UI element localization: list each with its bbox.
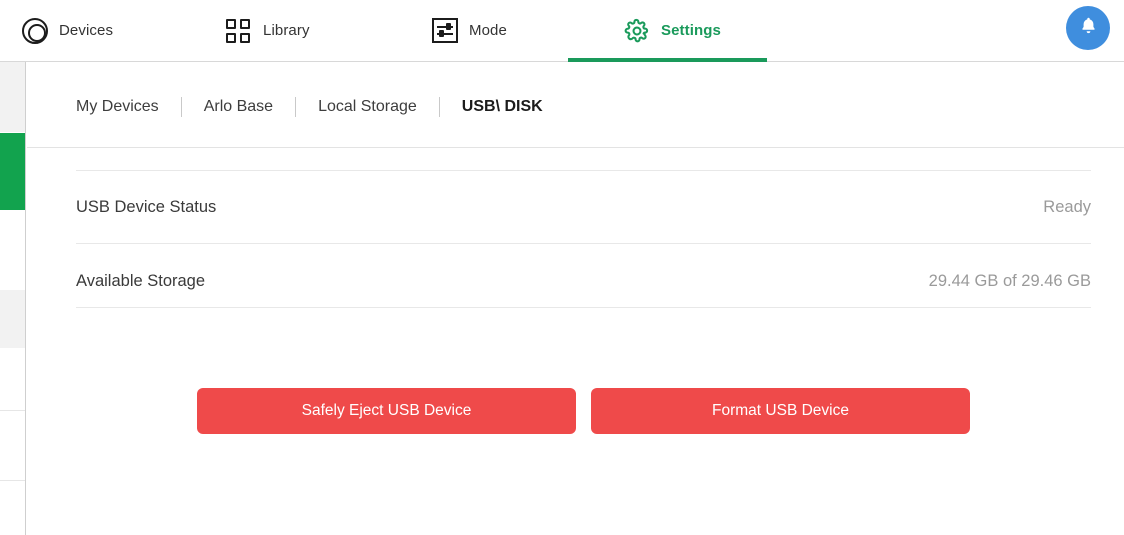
section-divider-top	[76, 170, 1091, 171]
nav-tab-library-label: Library	[263, 22, 310, 39]
usb-device-status-value: Ready	[1043, 197, 1091, 216]
sidebar-item-inactive-bottom[interactable]	[0, 290, 25, 348]
content-top-divider	[27, 147, 1124, 148]
sidebar-divider-2	[0, 480, 25, 481]
top-navigation-bar: Devices Library Mode Settings	[0, 0, 1124, 62]
nav-tab-devices[interactable]: Devices	[22, 0, 113, 61]
breadcrumb: My Devices Arlo Base Local Storage USB\ …	[76, 96, 543, 118]
usb-action-buttons: Safely Eject USB Device Format USB Devic…	[197, 388, 970, 434]
nav-tab-devices-label: Devices	[59, 22, 114, 39]
nav-tab-mode-label: Mode	[469, 22, 507, 39]
usb-device-status-label: USB Device Status	[76, 197, 217, 216]
breadcrumb-separator	[180, 97, 182, 117]
main-content: My Devices Arlo Base Local Storage USB\ …	[27, 62, 1124, 535]
bell-icon	[1078, 15, 1099, 41]
camera-lens-icon	[22, 17, 48, 44]
breadcrumb-separator	[438, 97, 440, 117]
section-divider-middle	[76, 243, 1091, 244]
left-sidebar[interactable]	[0, 62, 26, 535]
breadcrumb-item-usb-disk: USB\ DISK	[461, 98, 543, 115]
sidebar-item-inactive-top[interactable]	[0, 62, 25, 132]
notifications-button[interactable]	[1066, 6, 1110, 50]
safely-eject-usb-device-button[interactable]: Safely Eject USB Device	[197, 388, 576, 434]
nav-tab-settings[interactable]: Settings	[624, 0, 721, 61]
grid-icon	[226, 18, 252, 44]
breadcrumb-item-local-storage[interactable]: Local Storage	[318, 98, 417, 116]
nav-tab-settings-label: Settings	[661, 22, 721, 39]
available-storage-row: Available Storage 29.44 GB of 29.46 GB	[76, 266, 1091, 296]
format-usb-device-button[interactable]: Format USB Device	[591, 388, 970, 434]
breadcrumb-separator	[295, 97, 297, 117]
breadcrumb-item-arlo-base[interactable]: Arlo Base	[204, 98, 273, 116]
sliders-icon	[432, 18, 458, 43]
available-storage-label: Available Storage	[76, 271, 206, 290]
section-divider-bottom	[76, 307, 1091, 308]
available-storage-value: 29.44 GB of 29.46 GB	[928, 271, 1091, 290]
sidebar-item-selected[interactable]	[0, 133, 25, 210]
gear-icon	[624, 18, 650, 44]
app-window: Devices Library Mode Settings My Devices…	[0, 0, 1124, 535]
breadcrumb-item-my-devices[interactable]: My Devices	[76, 98, 159, 116]
nav-tab-library[interactable]: Library	[226, 0, 310, 61]
nav-tab-mode[interactable]: Mode	[432, 0, 507, 61]
sidebar-item-plain[interactable]	[0, 210, 25, 289]
usb-device-status-row: USB Device Status Ready	[76, 192, 1091, 222]
sidebar-divider-1	[0, 410, 25, 411]
